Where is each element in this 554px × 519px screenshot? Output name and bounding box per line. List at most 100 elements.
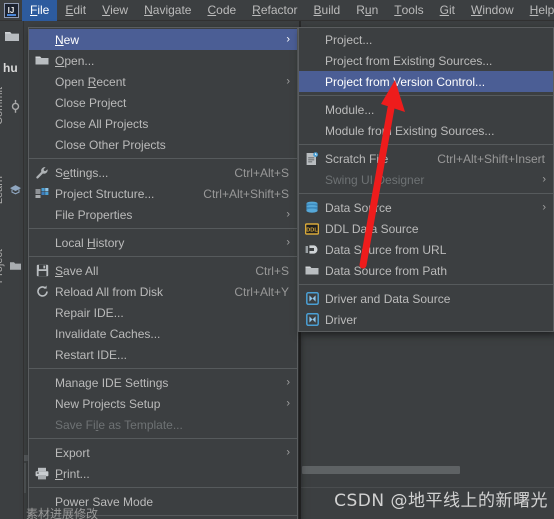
menu-item-print[interactable]: Print... <box>29 463 297 484</box>
sidebar-label-learn: Learn <box>0 176 5 205</box>
menubar-item-run[interactable]: Run <box>348 0 386 21</box>
menu-item-save-file-as-template[interactable]: Save File as Template... <box>29 414 297 435</box>
chevron-right-icon: › <box>286 236 290 248</box>
data-source-url-icon <box>304 242 320 258</box>
menu-item-close-all-projects[interactable]: Close All Projects <box>29 113 297 134</box>
database-icon <box>304 200 320 216</box>
menubar-item-help[interactable]: Help <box>522 0 554 21</box>
menu-item-settings[interactable]: Settings... Ctrl+Alt+S <box>29 162 297 183</box>
menu-item-label: Swing UI Designer <box>325 172 425 187</box>
sidebar-label-project: Project <box>0 249 5 284</box>
menu-item-label: Export <box>55 445 90 460</box>
menu-item-label: Project Structure... <box>55 186 155 201</box>
menu-item-label: Data Source from Path <box>325 263 448 278</box>
menu-item-close-project[interactable]: Close Project <box>29 92 297 113</box>
menubar-item-view[interactable]: View <box>94 0 136 21</box>
menu-item-data-source[interactable]: Data Source › <box>299 197 553 218</box>
chevron-right-icon: › <box>286 75 290 87</box>
menu-separator <box>29 368 297 369</box>
bottom-partial-text: 素材进展修改 <box>26 507 99 519</box>
menu-separator <box>29 228 297 229</box>
menu-item-driver[interactable]: Driver <box>299 309 553 330</box>
menu-item-file-properties[interactable]: File Properties › <box>29 204 297 225</box>
menu-item-new-projects-setup[interactable]: New Projects Setup › <box>29 393 297 414</box>
new-submenu-popup: Project... Project from Existing Sources.… <box>298 27 554 332</box>
menu-item-invalidate-caches[interactable]: Invalidate Caches... <box>29 323 297 344</box>
menu-item-save-all[interactable]: Save All Ctrl+S <box>29 260 297 281</box>
menu-item-label: Module... <box>325 102 375 117</box>
menu-item-label: Project... <box>325 32 373 47</box>
menu-item-reload-all-from-disk[interactable]: Reload All from Disk Ctrl+Alt+Y <box>29 281 297 302</box>
menu-item-shortcut: Ctrl+Alt+Shift+Insert <box>437 151 545 166</box>
driver-icon <box>304 291 320 307</box>
menu-item-module-from-existing-sources[interactable]: Module from Existing Sources... <box>299 120 553 141</box>
menu-item-close-other-projects[interactable]: Close Other Projects <box>29 134 297 155</box>
menu-item-local-history[interactable]: Local History › <box>29 232 297 253</box>
menu-item-data-source-from-path[interactable]: Data Source from Path <box>299 260 553 281</box>
menubar-item-tools[interactable]: Tools <box>386 0 431 21</box>
menu-item-label: Local History <box>55 235 125 250</box>
menu-item-project[interactable]: Project... <box>299 29 553 50</box>
menubar-item-git[interactable]: Git <box>432 0 463 21</box>
sidebar-item-commit[interactable]: Commit <box>0 87 22 125</box>
menu-item-data-source-from-url[interactable]: Data Source from URL <box>299 239 553 260</box>
menubar-item-edit[interactable]: Edit <box>57 0 94 21</box>
menu-item-label: Close All Projects <box>55 116 149 131</box>
menu-item-label: New <box>55 32 80 47</box>
menu-item-label: New Projects Setup <box>55 396 161 411</box>
menubar-item-file[interactable]: File <box>22 0 58 21</box>
menu-item-label: Save All <box>55 263 99 278</box>
menu-item-label: Data Source from URL <box>325 242 447 257</box>
chevron-right-icon: › <box>286 208 290 220</box>
folder-icon[interactable] <box>4 29 20 43</box>
learn-icon <box>9 184 22 197</box>
commit-icon <box>9 99 22 113</box>
intellij-logo-icon: IJ <box>0 0 22 21</box>
horizontal-scrollbar-thumb[interactable] <box>302 466 460 474</box>
folder-open-icon <box>34 53 50 69</box>
menu-separator <box>29 487 297 488</box>
menu-separator <box>29 256 297 257</box>
menu-item-swing-ui-designer[interactable]: Swing UI Designer › <box>299 169 553 190</box>
menubar-item-build[interactable]: Build <box>306 0 349 21</box>
menu-item-ddl-data-source[interactable]: DDL DDL Data Source <box>299 218 553 239</box>
menu-item-label: Open... <box>55 53 95 68</box>
menu-item-manage-ide-settings[interactable]: Manage IDE Settings › <box>29 372 297 393</box>
menu-item-restart-ide[interactable]: Restart IDE... <box>29 344 297 365</box>
menu-item-scratch-file[interactable]: Scratch File Ctrl+Alt+Shift+Insert <box>299 148 553 169</box>
menubar-item-window[interactable]: Window <box>463 0 522 21</box>
chevron-right-icon: › <box>286 33 290 45</box>
menu-item-open[interactable]: Open... <box>29 50 297 71</box>
folder-open-icon <box>304 263 320 279</box>
left-tool-window-stripe: hu Commit Learn Project <box>0 21 24 519</box>
menubar-item-code[interactable]: Code <box>199 0 244 21</box>
menu-item-label: Manage IDE Settings <box>55 375 169 390</box>
menu-item-open-recent[interactable]: Open Recent › <box>29 71 297 92</box>
menu-item-shortcut: Ctrl+S <box>255 263 289 278</box>
main-menu-bar: IJ File Edit View Navigate Code Refactor Build… <box>0 0 554 21</box>
save-icon <box>34 263 50 279</box>
file-menu-popup: New › Open... Open Recent › Close Project Clos… <box>28 27 298 519</box>
menu-item-label: Project from Existing Sources... <box>325 53 493 68</box>
sidebar-item-project[interactable]: Project <box>0 249 22 284</box>
menu-item-project-from-version-control[interactable]: Project from Version Control... <box>299 71 553 92</box>
menubar-item-navigate[interactable]: Navigate <box>136 0 199 21</box>
menu-item-export[interactable]: Export › <box>29 442 297 463</box>
sidebar-item-learn[interactable]: Learn <box>0 176 22 205</box>
menu-item-new[interactable]: New › <box>29 29 297 50</box>
menu-item-label: Scratch File <box>325 151 389 166</box>
chevron-right-icon: › <box>542 201 546 213</box>
menu-item-label: Close Project <box>55 95 127 110</box>
scratch-file-icon <box>304 151 320 167</box>
menu-item-project-from-existing-sources[interactable]: Project from Existing Sources... <box>299 50 553 71</box>
menu-separator <box>299 193 553 194</box>
intellij-idea-window: IJ File Edit View Navigate Code Refactor Build… <box>0 0 554 519</box>
menu-item-module[interactable]: Module... <box>299 99 553 120</box>
menubar-item-refactor[interactable]: Refactor <box>244 0 305 21</box>
menu-item-label: Module from Existing Sources... <box>325 123 495 138</box>
menu-item-label: Restart IDE... <box>55 347 128 362</box>
menu-item-repair-ide[interactable]: Repair IDE... <box>29 302 297 323</box>
menu-item-label: Settings... <box>55 165 109 180</box>
menu-item-project-structure[interactable]: Project Structure... Ctrl+Alt+Shift+S <box>29 183 297 204</box>
menu-item-driver-and-data-source[interactable]: Driver and Data Source <box>299 288 553 309</box>
